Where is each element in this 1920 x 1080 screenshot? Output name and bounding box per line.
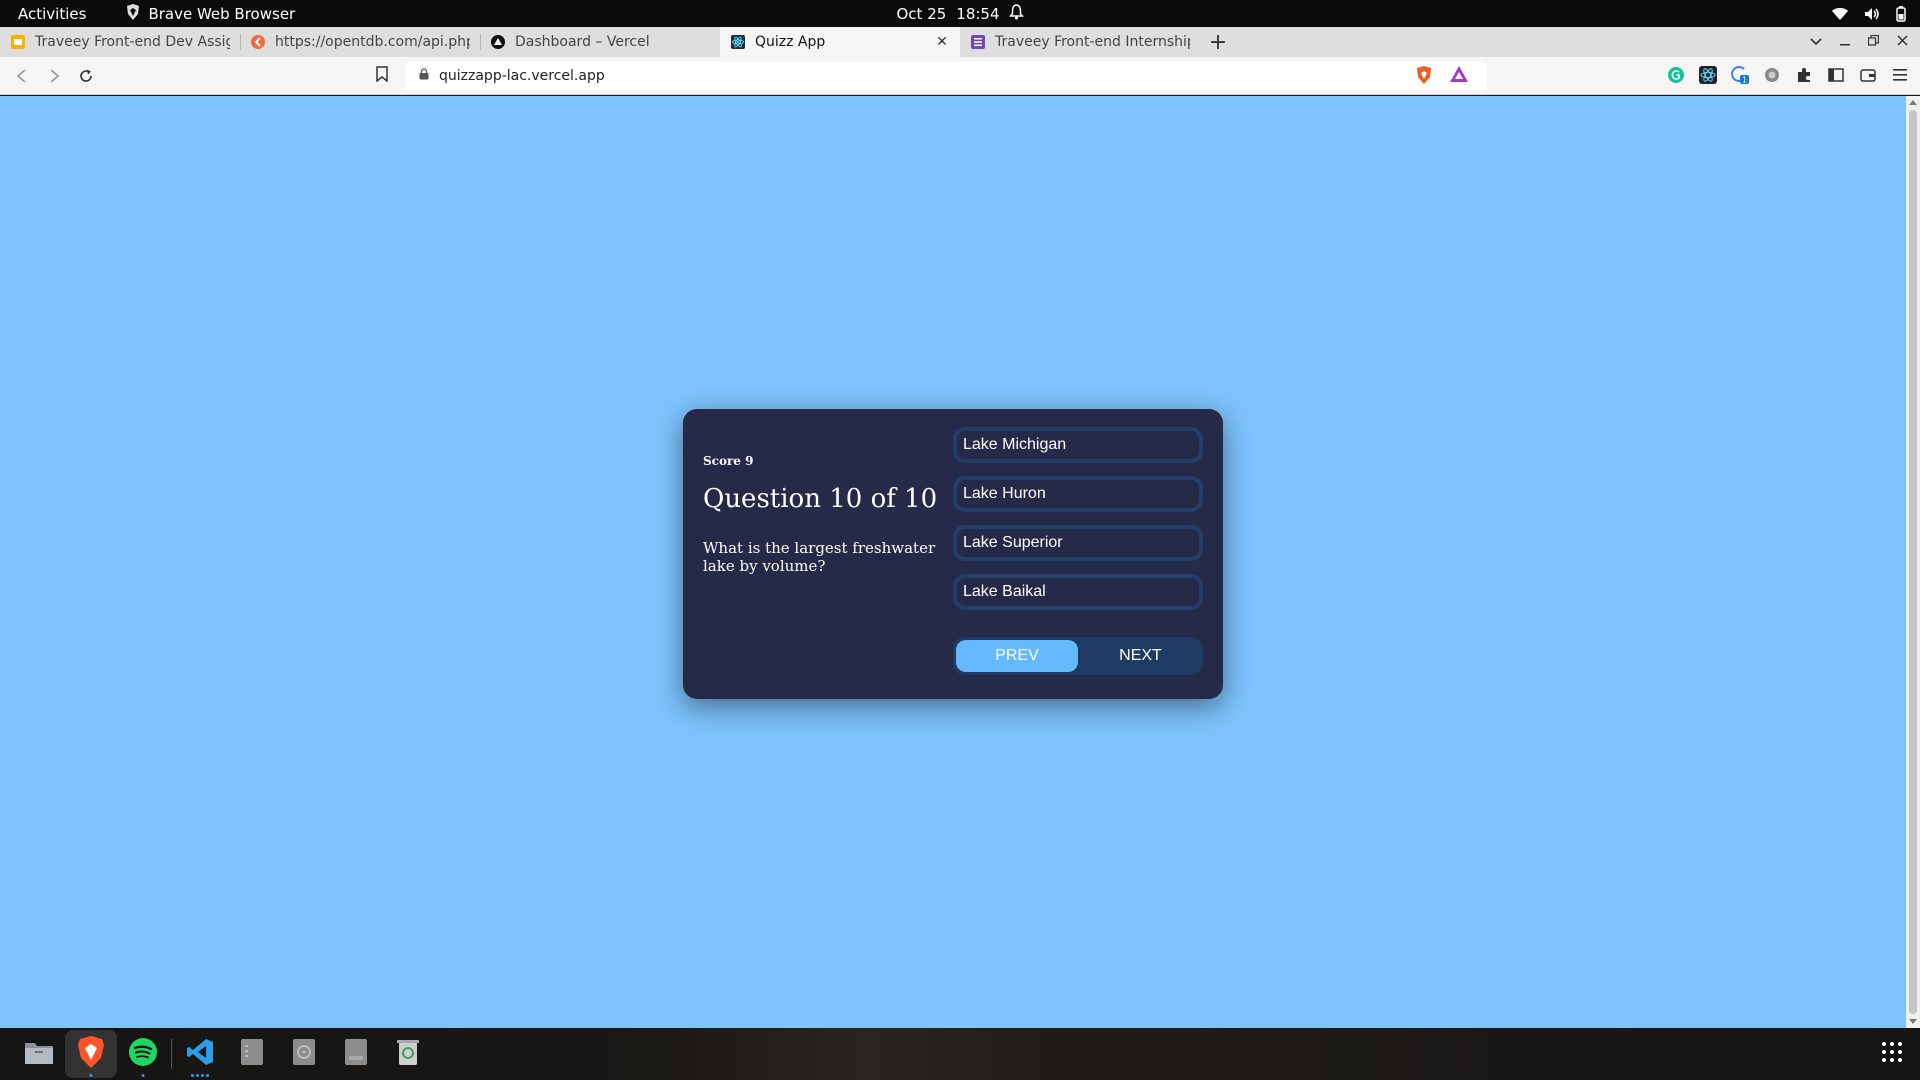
address-bar[interactable]: quizzapp-lac.vercel.app: [405, 62, 1487, 90]
brave-icon: [126, 3, 140, 24]
tab-title: Dashboard – Vercel: [515, 34, 650, 50]
spotify-icon: [129, 1038, 157, 1070]
system-tray[interactable]: [1832, 5, 1906, 22]
wallet-icon[interactable]: [1858, 65, 1878, 85]
forward-arrow-icon: [50, 68, 60, 83]
url-text: quizzapp-lac.vercel.app: [439, 68, 605, 84]
brave-shields-icon[interactable]: [1416, 66, 1432, 88]
quiz-card: Score 9 Question 10 of 10 What is the la…: [683, 409, 1223, 699]
brave-icon: [77, 1036, 105, 1072]
question-navigation: PREV NEXT: [953, 637, 1203, 675]
page-scrollbar[interactable]: [1906, 96, 1920, 1028]
answer-list: Lake Michigan Lake Huron Lake Superior L…: [953, 427, 1203, 623]
show-applications-icon[interactable]: [1882, 1042, 1902, 1062]
dock-text-editor[interactable]: [226, 1030, 278, 1078]
menu-hamburger-icon[interactable]: [1890, 65, 1910, 85]
grammarly-icon[interactable]: [1666, 65, 1686, 85]
vercel-icon: [490, 34, 506, 50]
ssd-icon: [344, 1038, 368, 1070]
tab-traveey-assignment[interactable]: Traveey Front-end Dev Assign: [0, 27, 240, 57]
dock-brave[interactable]: [65, 1030, 117, 1078]
vscode-icon: [186, 1038, 214, 1070]
dock-spotify[interactable]: [117, 1030, 169, 1078]
tab-traveey-internship[interactable]: Traveey Front-end Internship: [960, 27, 1200, 57]
score-label: Score 9: [703, 454, 754, 468]
tab-title: Traveey Front-end Dev Assign: [35, 34, 230, 50]
clock-date: Oct 25: [896, 4, 947, 23]
dock-separator: [171, 1039, 172, 1069]
extensions-puzzle-icon[interactable]: [1794, 65, 1814, 85]
forward-button[interactable]: [38, 60, 70, 92]
tab-vercel-dashboard[interactable]: Dashboard – Vercel: [480, 27, 720, 57]
tab-strip: Traveey Front-end Dev Assign https://ope…: [0, 27, 1920, 57]
tab-search-chevron-icon[interactable]: [1810, 34, 1822, 50]
svg-text:1: 1: [1742, 76, 1747, 85]
tab-title: Quizz App: [755, 34, 826, 50]
slides-icon: [10, 34, 26, 50]
dock-disk[interactable]: [278, 1030, 330, 1078]
back-arrow-icon: [16, 68, 26, 83]
extension-badge-icon[interactable]: 1: [1730, 65, 1750, 85]
tab-opentdb[interactable]: https://opentdb.com/api.php: [240, 27, 480, 57]
scroll-up-arrow-icon[interactable]: [1909, 100, 1917, 105]
close-window-icon[interactable]: [1897, 34, 1908, 50]
minimize-window-icon[interactable]: [1840, 34, 1850, 50]
dock: [0, 1028, 1920, 1080]
back-button[interactable]: [6, 60, 38, 92]
dock-ssd[interactable]: [330, 1030, 382, 1078]
battery-icon: [1896, 5, 1906, 22]
app-menu[interactable]: Brave Web Browser: [126, 3, 296, 24]
restore-window-icon[interactable]: [1867, 34, 1880, 50]
react-icon: [730, 34, 746, 50]
dock-files[interactable]: [13, 1030, 65, 1078]
volume-icon: [1864, 7, 1880, 21]
clock[interactable]: Oct 25 18:54: [896, 3, 1025, 24]
answer-option-2[interactable]: Lake Huron: [953, 476, 1203, 512]
clock-time: 18:54: [956, 4, 1000, 23]
new-tab-button[interactable]: +: [1200, 27, 1236, 57]
screenshot-extension-icon[interactable]: [1762, 65, 1782, 85]
app-name: Brave Web Browser: [148, 4, 296, 23]
next-button[interactable]: NEXT: [1078, 637, 1203, 675]
bookmark-icon[interactable]: [376, 66, 388, 86]
answer-option-4[interactable]: Lake Baikal: [953, 574, 1203, 610]
tab-title: Traveey Front-end Internship: [995, 34, 1190, 50]
answer-option-3[interactable]: Lake Superior: [953, 525, 1203, 561]
notification-bell-icon: [1008, 3, 1025, 24]
answer-option-1[interactable]: Lake Michigan: [953, 427, 1203, 463]
opentdb-icon: [250, 34, 266, 50]
dock-trash[interactable]: [382, 1030, 434, 1078]
forms-icon: [970, 34, 986, 50]
tab-title: https://opentdb.com/api.php: [275, 34, 470, 50]
page-viewport: Score 9 Question 10 of 10 What is the la…: [0, 96, 1906, 1028]
brave-rewards-icon[interactable]: [1450, 66, 1468, 88]
close-tab-icon[interactable]: ✕: [934, 34, 950, 50]
tab-quizz-app[interactable]: Quizz App ✕: [720, 27, 960, 57]
reload-button[interactable]: [70, 60, 102, 92]
reload-icon: [80, 69, 92, 82]
scroll-down-arrow-icon[interactable]: [1909, 1019, 1917, 1024]
prev-button[interactable]: PREV: [956, 640, 1078, 672]
browser-toolbar: quizzapp-lac.vercel.app 1: [0, 57, 1920, 95]
files-icon: [24, 1039, 54, 1069]
dock-vscode[interactable]: [174, 1030, 226, 1078]
question-text: What is the largest freshwater lake by v…: [703, 539, 936, 575]
react-devtools-icon[interactable]: [1698, 65, 1718, 85]
wifi-icon: [1832, 7, 1848, 21]
lock-icon: [419, 68, 429, 84]
sidebar-toggle-icon[interactable]: [1826, 65, 1846, 85]
question-counter: Question 10 of 10: [703, 484, 938, 514]
activities-button[interactable]: Activities: [18, 5, 86, 23]
trash-icon: [396, 1038, 420, 1070]
disk-icon: [292, 1038, 316, 1070]
scrollbar-thumb[interactable]: [1909, 110, 1917, 1014]
system-top-bar: Activities Brave Web Browser Oct 25 18:5…: [0, 0, 1920, 27]
text-editor-icon: [240, 1038, 264, 1070]
